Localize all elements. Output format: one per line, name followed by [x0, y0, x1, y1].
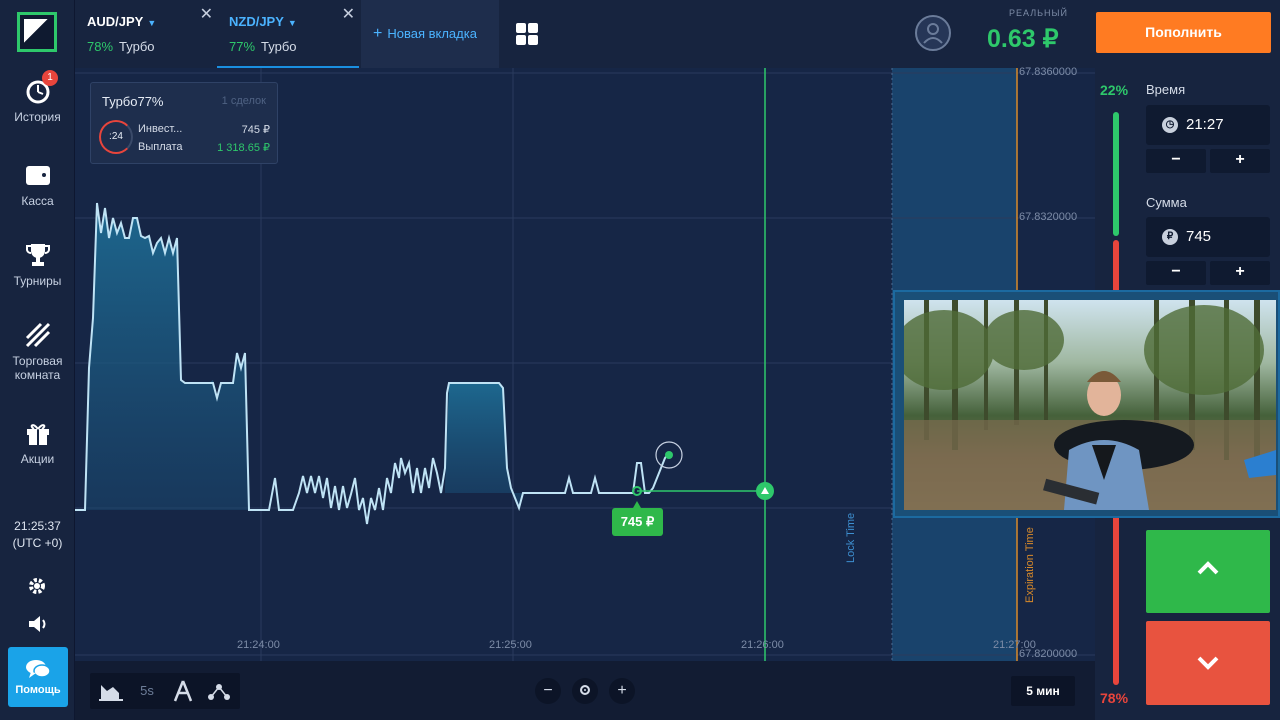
timeframe-button[interactable]: 5 мин [1011, 676, 1075, 706]
time-tick: 21:27:00 [993, 639, 1036, 651]
price-tick: 67.8360000 [1019, 66, 1078, 78]
price-tick: 67.8320000 [1019, 211, 1078, 223]
tab-pair: AUD/JPY [87, 14, 144, 29]
deal-card[interactable]: Турбо77% 1 сделок :24 Инвест... 745 ₽ Вып… [90, 82, 278, 164]
sidebar-item-label: комната [14, 368, 61, 382]
new-tab-label: Новая вкладка [387, 26, 477, 41]
sidebar-item-tournaments[interactable]: Турниры [0, 242, 75, 288]
sidebar-item-label: История [14, 110, 61, 124]
settings-gear-icon[interactable] [27, 576, 47, 596]
help-button[interactable]: Помощь [8, 647, 68, 707]
sidebar-item-trading-room[interactable]: Торговая комната [0, 322, 75, 382]
plus-icon: + [373, 25, 383, 42]
chart-type-icon[interactable] [97, 679, 125, 703]
time-value: 21:27 [1186, 116, 1224, 133]
tab-mode: Турбо [261, 39, 297, 54]
payout-label: Выплата [138, 141, 183, 153]
tab-nzd-jpy[interactable]: NZD/JPY ▼ 77% Турбо ✕ [217, 0, 359, 68]
clock-time: 21:25:37 [14, 519, 61, 533]
sound-icon[interactable] [27, 614, 49, 634]
amount-field[interactable]: ₽ 745 [1146, 217, 1270, 257]
chevron-up-icon [1197, 561, 1219, 575]
time-tick: 21:26:00 [741, 639, 784, 651]
buy-down-button[interactable] [1146, 621, 1270, 705]
price-area [75, 203, 249, 510]
invest-value: 745 ₽ [241, 124, 270, 136]
sidebar-item-label: Торговая [12, 354, 63, 368]
clock-icon: ◷ [1162, 117, 1178, 133]
sidebar: 1 История Касса Турниры Торговая комната… [0, 0, 75, 720]
chevron-down-icon[interactable]: ▼ [147, 18, 156, 28]
help-label: Помощь [15, 684, 61, 696]
close-tab-icon[interactable]: ✕ [342, 4, 355, 24]
deal-title: Турбо77% [102, 94, 164, 109]
indicators-icon[interactable] [205, 679, 233, 703]
amount-increase-button[interactable]: + [1210, 261, 1270, 285]
balance-value[interactable]: 0.63 ₽ [987, 24, 1059, 54]
drawing-tool-icon[interactable] [169, 679, 197, 703]
gift-icon [26, 424, 49, 445]
chevron-down-icon[interactable]: ▼ [288, 18, 297, 28]
trading-room-icon [25, 322, 50, 348]
target-icon [580, 685, 590, 695]
avatar[interactable] [915, 15, 951, 51]
sidebar-item-cashier[interactable]: Касса [0, 162, 75, 208]
sidebar-item-label: Турниры [13, 274, 62, 288]
new-tab-button[interactable]: + Новая вкладка [361, 0, 499, 68]
time-field[interactable]: ◷ 21:27 [1146, 105, 1270, 145]
amount-decrease-button[interactable]: − [1146, 261, 1206, 285]
tab-percent: 77% [229, 39, 256, 54]
lock-time-label: Lock Time [845, 512, 857, 563]
deal-count: 1 сделок [221, 95, 266, 107]
webcam-video [904, 300, 1276, 510]
close-tab-icon[interactable]: ✕ [200, 4, 213, 24]
trade-badge-pointer [633, 501, 641, 508]
invest-label: Инвест... [138, 123, 183, 135]
sidebar-item-promo[interactable]: Акции [0, 420, 75, 466]
clock-timezone: (UTC +0) [12, 536, 63, 550]
webcam-overlay [893, 290, 1280, 518]
ruble-icon: ₽ [1162, 229, 1178, 245]
forest-scene-image [904, 300, 1276, 510]
sidebar-item-history[interactable]: 1 История [0, 70, 75, 124]
trophy-icon [25, 244, 50, 266]
logo[interactable] [17, 12, 57, 52]
buy-up-button[interactable] [1146, 530, 1270, 613]
wallet-icon [25, 166, 50, 185]
time-decrease-button[interactable]: − [1146, 149, 1206, 173]
time-increase-button[interactable]: + [1210, 149, 1270, 173]
history-badge: 1 [42, 70, 58, 86]
tab-pair: NZD/JPY [229, 14, 284, 29]
up-sentiment-percent: 22% [1100, 82, 1129, 98]
zoom-reset-button[interactable] [572, 678, 598, 704]
sidebar-item-label: Акции [20, 452, 55, 466]
zoom-out-button[interactable]: − [535, 678, 561, 704]
time-tick: 21:25:00 [489, 639, 532, 651]
user-icon [923, 23, 943, 44]
tab-percent: 78% [87, 39, 114, 54]
amount-value: 745 [1186, 228, 1212, 245]
top-bar: AUD/JPY ▼ 78% Турбо ✕ NZD/JPY ▼ 77% Турбо ✕ … [75, 0, 1280, 68]
interval-button[interactable]: 5s [133, 679, 161, 703]
expiration-time-label: Expiration Time [1024, 527, 1036, 603]
amount-label: Сумма [1146, 195, 1187, 210]
payout-value: 1 318.65 ₽ [217, 142, 270, 154]
tab-aud-jpy[interactable]: AUD/JPY ▼ 78% Турбо ✕ [75, 0, 217, 68]
deal-timer: :24 [99, 120, 133, 154]
time-label: Время [1146, 82, 1186, 97]
tab-mode: Турбо [119, 39, 155, 54]
up-sentiment-bar [1113, 112, 1119, 236]
chat-icon [26, 660, 51, 678]
chevron-down-icon [1197, 656, 1219, 670]
time-tick: 21:24:00 [237, 639, 280, 651]
chart-toolbar: 5s − + 5 мин [75, 661, 1095, 720]
down-sentiment-percent: 78% [1100, 690, 1129, 706]
grid-layout-icon[interactable] [515, 22, 539, 46]
trade-amount-badge[interactable]: 745 ₽ [612, 514, 663, 530]
sidebar-item-label: Касса [21, 194, 54, 208]
account-type-label[interactable]: РЕАЛЬНЫЙ [1009, 8, 1068, 18]
zoom-in-button[interactable]: + [609, 678, 635, 704]
deposit-button[interactable]: Пополнить [1096, 12, 1271, 53]
current-price-point [665, 451, 673, 459]
